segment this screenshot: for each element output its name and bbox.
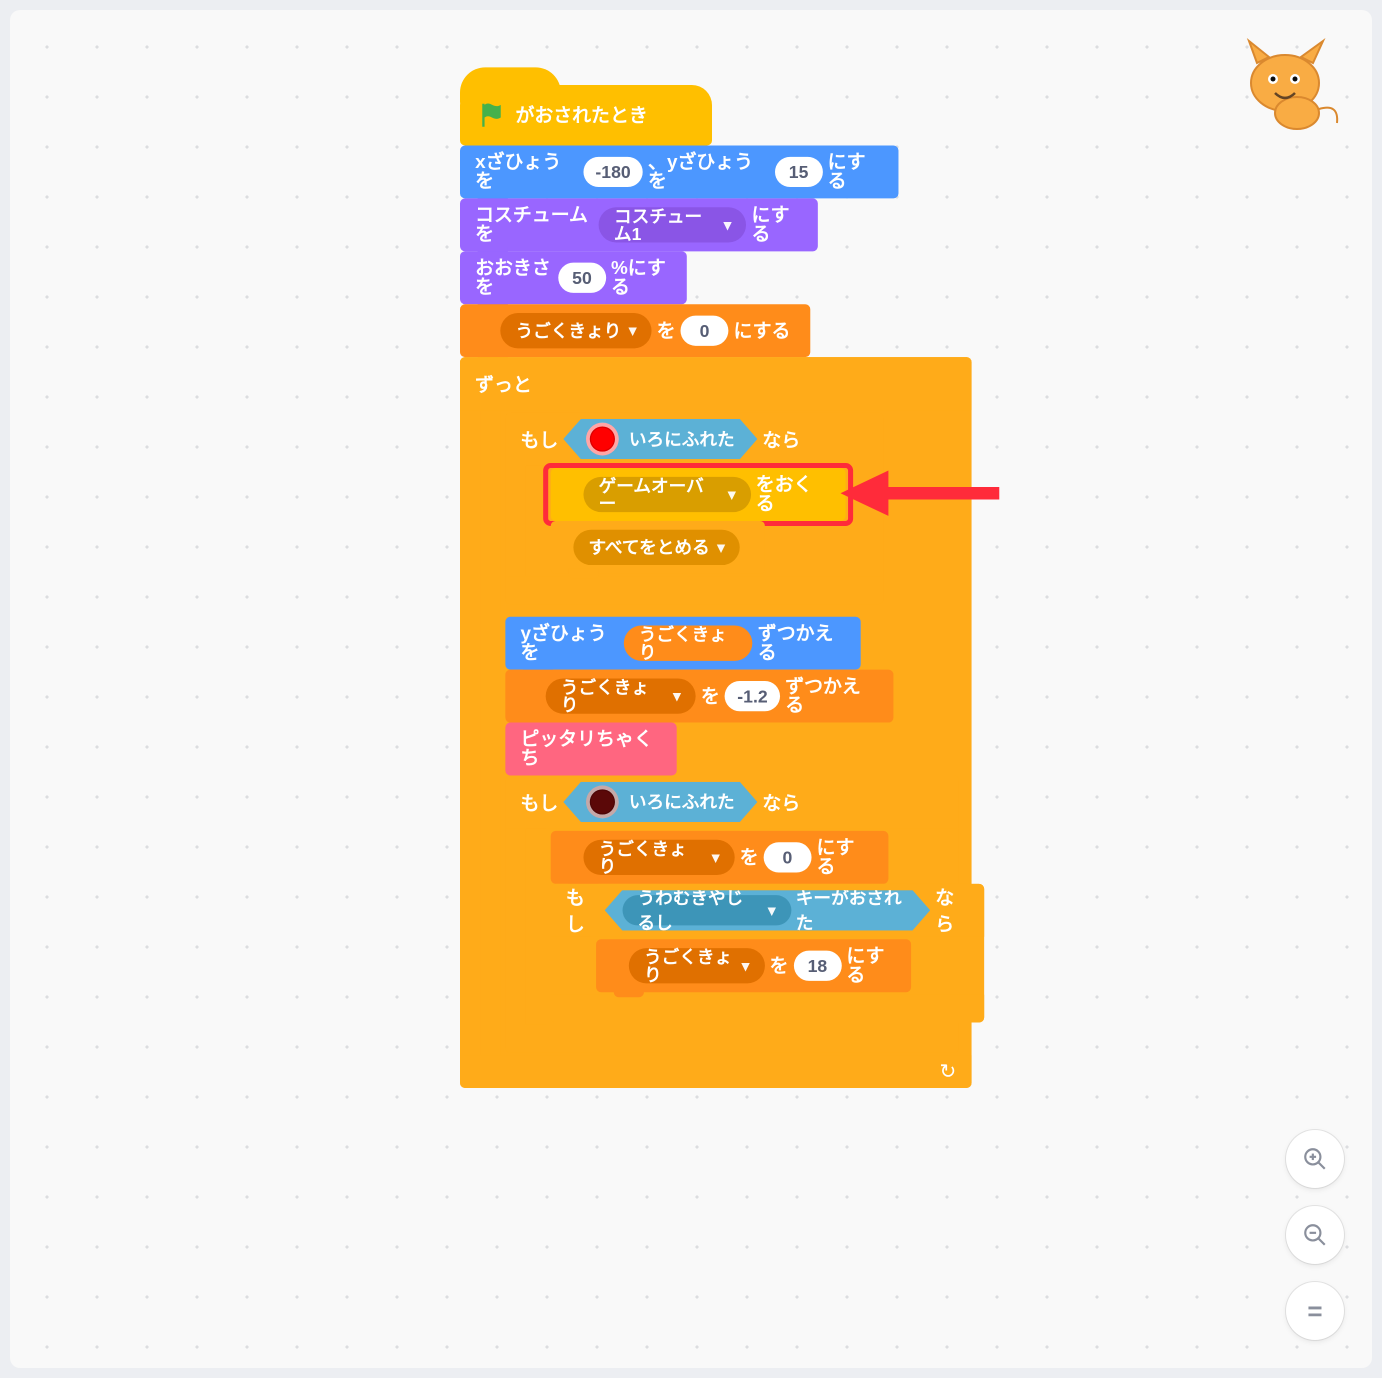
zoom-reset-button[interactable]: = (1286, 1282, 1344, 1340)
text: にする (733, 321, 790, 340)
text: を (770, 956, 789, 975)
highlight-box: ゲームオーバー をおくる (551, 468, 846, 521)
text: もし (520, 789, 558, 815)
zoom-controls: = (1286, 1130, 1344, 1340)
text: yざひょうを (520, 624, 618, 662)
switch-costume-block[interactable]: コスチュームを コスチューム1 にする (460, 198, 818, 251)
text: なら (762, 789, 800, 815)
text: おおきさを (475, 259, 553, 297)
forever-label: ずっと (475, 370, 532, 396)
color-swatch[interactable] (586, 423, 619, 456)
scripts-canvas[interactable]: がおされたとき xざひょうを -180 、yざひょうを 15 にする コスチュー… (10, 10, 1372, 1368)
text: にする (751, 206, 802, 244)
y-input[interactable]: 15 (775, 157, 823, 187)
when-flag-clicked-block[interactable]: がおされたとき (460, 85, 712, 145)
stop-dropdown[interactable]: すべてをとめる (573, 530, 740, 565)
key-pressed-boolean[interactable]: うわむきやじるし キーがおされた (605, 890, 930, 930)
variable-dropdown[interactable]: うごくきょり (629, 948, 765, 983)
set-variable-block-3[interactable]: うごくきょり を 18 にする (596, 939, 911, 992)
text: コスチュームを (475, 206, 594, 244)
stop-block[interactable]: すべてをとめる (551, 521, 765, 574)
app-frame: がおされたとき xざひょうを -180 、yざひょうを 15 にする コスチュー… (0, 0, 1382, 1378)
variable-reporter[interactable]: うごくきょり (624, 626, 753, 661)
variable-dropdown[interactable]: うごくきょり (500, 313, 651, 348)
text: なら (762, 426, 800, 452)
text: いろにふれた (629, 789, 735, 814)
size-input[interactable]: 50 (558, 263, 606, 293)
text: を (740, 848, 759, 867)
change-variable-block[interactable]: うごくきょり を -1.2 ずつかえる (505, 670, 893, 723)
text: ずつかえる (758, 624, 846, 662)
touching-color-boolean-2[interactable]: いろにふれた (563, 782, 757, 822)
text: を (657, 321, 676, 340)
variable-dropdown[interactable]: うごくきょり (546, 678, 696, 713)
touching-color-boolean[interactable]: いろにふれた (563, 419, 757, 459)
script-stack: がおされたとき xざひょうを -180 、yざひょうを 15 にする コスチュー… (460, 85, 972, 1088)
broadcast-block[interactable]: ゲームオーバー をおくる (551, 468, 846, 521)
message-dropdown[interactable]: ゲームオーバー (583, 477, 750, 512)
set-variable-block-1[interactable]: うごくきょり を 0 にする (460, 304, 810, 357)
color-swatch[interactable] (586, 786, 619, 819)
text: にする (846, 947, 896, 985)
hat-label: がおされたとき (515, 106, 647, 125)
text: %にする (611, 259, 672, 297)
set-variable-block-2[interactable]: うごくきょり を 0 にする (551, 831, 889, 884)
annotation-arrow (838, 458, 1002, 535)
text: xざひょうを (475, 153, 578, 191)
text: にする (828, 153, 884, 191)
set-size-block[interactable]: おおきさを 50 %にする (460, 251, 687, 304)
custom-block-landing[interactable]: ピッタリちゃくち (505, 723, 676, 776)
variable-dropdown[interactable]: うごくきょり (583, 840, 734, 875)
text: いろにふれた (629, 426, 735, 451)
loop-arrow-icon: ↻ (940, 1059, 957, 1084)
text: ずつかえる (785, 677, 878, 715)
text: にする (816, 838, 873, 876)
if-block-3[interactable]: もし うわむきやじるし キーがおされた なら うごくきょり (551, 884, 984, 1023)
key-dropdown[interactable]: うわむきやじるし (622, 895, 790, 925)
zoom-in-button[interactable] (1286, 1130, 1344, 1188)
if-block-2[interactable]: もし いろにふれた なら うごくきょり を (505, 775, 959, 1052)
x-input[interactable]: -180 (583, 157, 643, 187)
value-input[interactable]: 0 (764, 842, 812, 872)
custom-block-label: ピッタリちゃくち (520, 730, 661, 768)
value-input[interactable]: -1.2 (725, 681, 780, 711)
text: キーがおされた (796, 885, 905, 935)
text: もし (566, 884, 600, 937)
text: もし (520, 426, 558, 452)
value-input[interactable]: 18 (793, 951, 841, 981)
text: を (701, 687, 720, 706)
zoom-out-button[interactable] (1286, 1206, 1344, 1264)
scratch-cat-watermark (1227, 35, 1347, 135)
text: なら (935, 884, 969, 937)
change-y-block[interactable]: yざひょうを うごくきょり ずつかえる (505, 617, 860, 670)
green-flag-icon (478, 101, 506, 129)
if-block-1[interactable]: もし いろにふれた なら ゲームオーバー (505, 413, 883, 605)
text: をおくる (756, 476, 831, 514)
costume-dropdown[interactable]: コスチューム1 (599, 207, 747, 242)
text: 、yざひょうを (648, 153, 770, 191)
value-input[interactable]: 0 (681, 316, 729, 346)
goto-xy-block[interactable]: xざひょうを -180 、yざひょうを 15 にする (460, 145, 898, 198)
